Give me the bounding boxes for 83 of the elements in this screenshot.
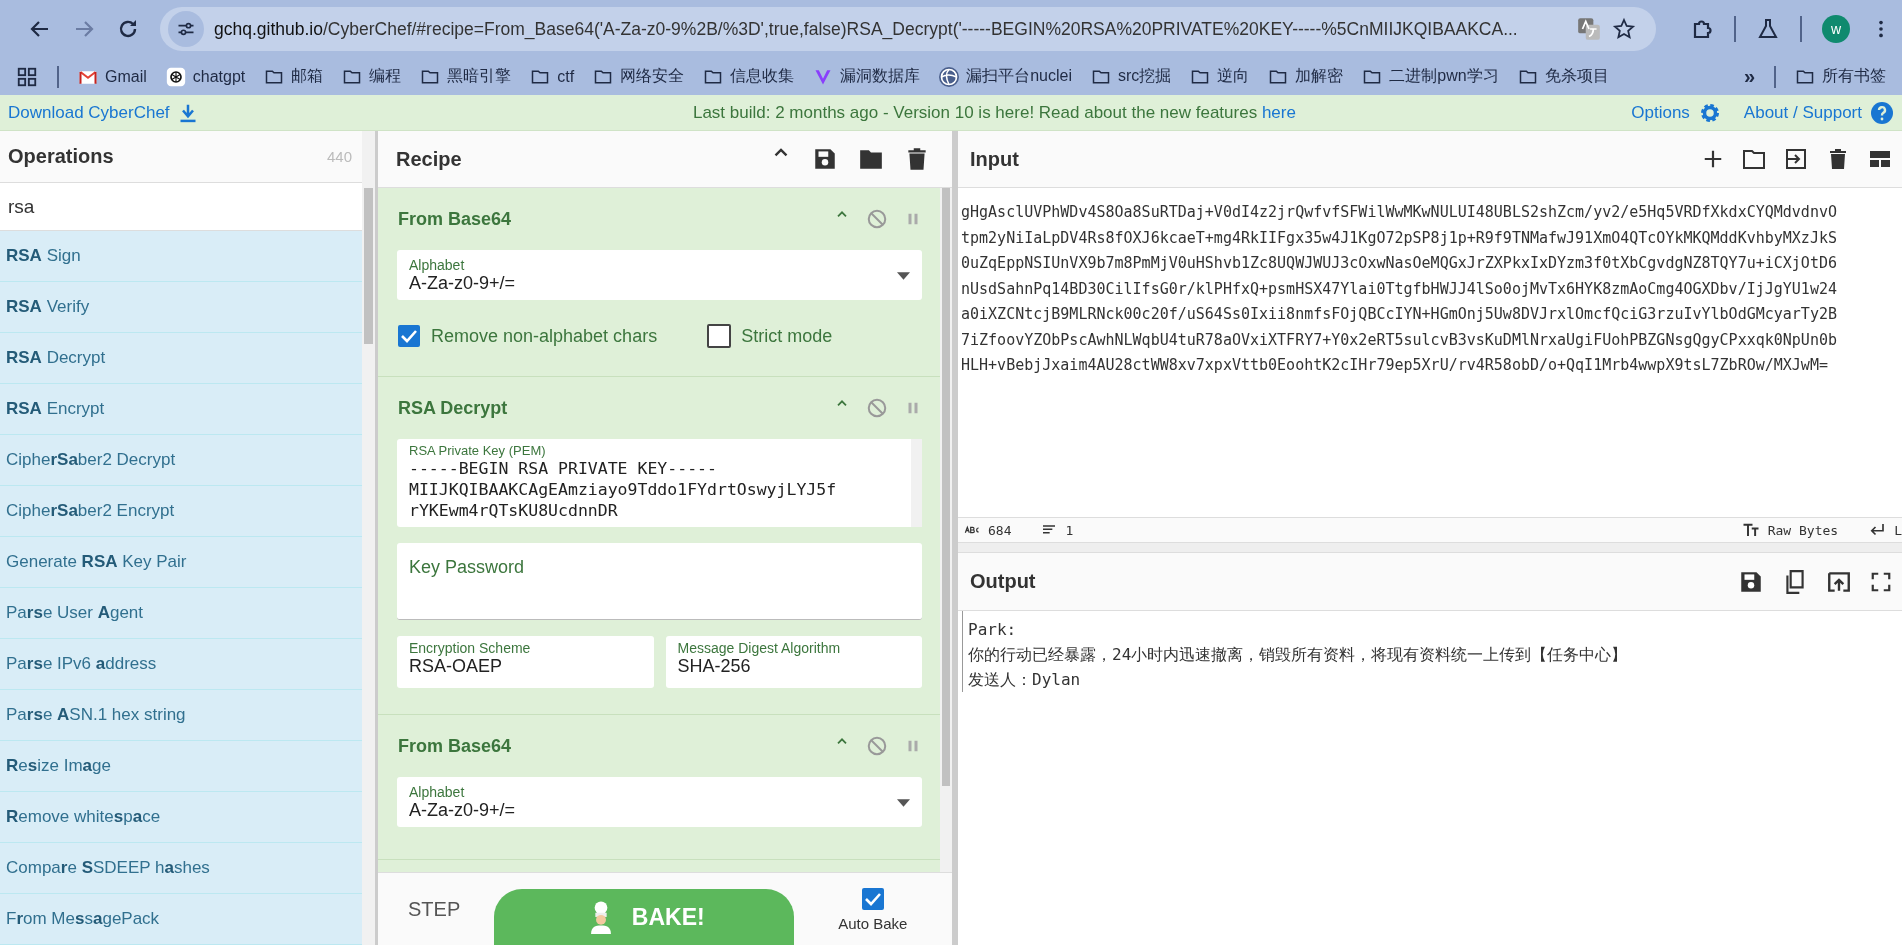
step-title: RSA Decrypt bbox=[397, 397, 509, 419]
bookmark[interactable]: chatgpt bbox=[165, 66, 246, 87]
add-tab-icon[interactable] bbox=[1702, 148, 1724, 170]
build-notice: Last build: 2 months ago - Version 10 is here! Read about the new features here bbox=[691, 102, 1297, 123]
operation-item[interactable]: Parse ASN.1 hex string bbox=[0, 690, 362, 741]
dropdown-field[interactable]: Alphabet A-Za-z0-9+/= bbox=[397, 777, 922, 827]
address-bar[interactable]: gchq.github.io/CyberChef/#recipe=From_Base64('A-Za-z0-9%2B/%3D',true,false)RSA_Decrypt('-----BEGIN%20RSA%20PRIVATE%20KEY-----%5CnMIIJKQIBAAKCA... bbox=[160, 7, 1656, 51]
options-link[interactable]: Options bbox=[1631, 100, 1722, 125]
operation-item[interactable]: RSA Decrypt bbox=[0, 333, 362, 384]
panel-title: Input bbox=[970, 147, 1020, 171]
step-button[interactable]: STEP bbox=[408, 897, 461, 921]
flask-icon[interactable] bbox=[1756, 17, 1780, 41]
swirl-logo-icon bbox=[939, 66, 960, 87]
checkbox-label[interactable]: Strict mode bbox=[741, 325, 833, 347]
save-icon[interactable] bbox=[812, 146, 838, 172]
here-link[interactable]: here bbox=[1261, 102, 1296, 122]
operation-item[interactable]: Parse IPv6 address bbox=[0, 639, 362, 690]
operation-item[interactable]: RSA Encrypt bbox=[0, 384, 362, 435]
caret-icon bbox=[897, 798, 910, 807]
translate-icon[interactable] bbox=[1576, 16, 1602, 42]
checkbox[interactable] bbox=[397, 324, 421, 348]
splitter-handle[interactable] bbox=[958, 542, 1902, 553]
bookmark[interactable]: ctf bbox=[530, 66, 575, 87]
caret-icon bbox=[897, 271, 910, 280]
step-title: From Base64 bbox=[397, 735, 513, 757]
bookmark-star-icon[interactable] bbox=[1612, 17, 1636, 41]
bookmark[interactable]: src挖掘 bbox=[1090, 66, 1172, 87]
panel-title: Operations bbox=[8, 145, 114, 169]
bookmark[interactable]: 邮箱 bbox=[264, 66, 324, 87]
text-field[interactable]: Message Digest Algorithm SHA-256 bbox=[665, 636, 922, 688]
operation-item[interactable]: Resize Image bbox=[0, 741, 362, 792]
operation-item[interactable]: RSA Sign bbox=[0, 231, 362, 282]
operation-item[interactable]: RSA Verify bbox=[0, 282, 362, 333]
text-field[interactable]: Encryption Scheme RSA-OAEP bbox=[397, 636, 654, 688]
apps-grid-icon[interactable] bbox=[16, 65, 38, 88]
input-text-area[interactable]: gHgAsclUVPhWDv4S8Oa8SuRTDaj+V0dI4z2jrQwfvfSFWilWwMKwNULUI48UBLS2shZcm/yv2/e5Hq5VRDfXkdxCYQMdvdnvO tpm2yNiIaLpDV4Rs8fOXJ6kcaeT+mg4RkIIFgx35w4J1KgO72pSP8j1p+R9f9TNMafwJ91XmO4QTcOYkMKQMddKvhbyMXzJkS 0uZqEppNSIUnVX9b7m8PmMjV0uHShvb1Zc8UQWJWUJ3cOxwNasOeMQGxJrZXPkxIxDYzm3f0tXbCgvdgNZ8TQY7u+iCXjOtD6 nUsdSahnPq14BD30CilIfsG0r/klPHfxQ+psmHSX47Ylai0TtgfbHWJJ4lSo0ojMvTx6HYK8zmAoCmg4OGXDbv/IjJgYU1w24 a0iXZCNtcjB9MLRNck00c20f/uS64Ss0Ixii8nmfsFOjQBCcIYN+HGmOnj5Uw8DVJrxlOmcfQciG3rzuIvYlbOdGMcyarTy2B 7iZfoovYZObPscAwhNLWqbU4tuR78aOVxiXTFRY7+Y0x2eRT5sulcvB3vsKuDMlNrxaUgiFUohPBZGNsgQgyCPxxqk0NpUn0b HLH+vBebjJxaim4AU28ctWW8xv7xpxVttb0EoohtK2cIHr79ep5XrU/rv4R58obD/o+QqI1Mrb4wwpX9tsL7ZbROw/MXJwM= bbox=[958, 188, 1902, 517]
line-count: 1 bbox=[1065, 522, 1074, 538]
scrollbar[interactable] bbox=[940, 188, 952, 872]
checkbox-label[interactable]: Auto Bake bbox=[838, 914, 908, 932]
operation-item[interactable]: Remove whitespace bbox=[0, 792, 362, 843]
checkbox-label[interactable]: Remove non-alphabet chars bbox=[431, 325, 658, 347]
download-link[interactable]: Download CyberChef bbox=[8, 102, 198, 123]
step-title: From Base64 bbox=[397, 208, 513, 230]
operation-item[interactable]: Generate RSA Key Pair bbox=[0, 537, 362, 588]
encoding-label[interactable]: Raw Bytes bbox=[1767, 522, 1839, 538]
operation-item[interactable]: CipherSaber2 Decrypt bbox=[0, 435, 362, 486]
fullscreen-icon[interactable] bbox=[1870, 570, 1892, 593]
bookmark[interactable]: 加解密 bbox=[1268, 66, 1344, 87]
help-icon bbox=[1870, 100, 1894, 125]
bookmark[interactable]: 所有书签 bbox=[1795, 66, 1886, 87]
bookmark[interactable]: 逆向 bbox=[1190, 66, 1250, 87]
operation-item[interactable]: Compare SSDEEP hashes bbox=[0, 843, 362, 894]
bookmark[interactable]: 漏洞数据库 bbox=[813, 66, 921, 87]
open-folder-icon[interactable] bbox=[1742, 147, 1766, 171]
url-text[interactable]: gchq.github.io/CyberChef/#recipe=From_Base64('A-Za-z0-9%2B/%3D',true,false)RSA_Decrypt('-----BEGIN%20RSA%20PRIVATE%20KEY-----%5CnMIIJKQIBAAKCA... bbox=[214, 18, 1566, 40]
scrollbar[interactable] bbox=[362, 131, 375, 945]
profile-avatar[interactable]: w bbox=[1822, 15, 1850, 43]
bookmark[interactable]: 网络安全 bbox=[593, 66, 685, 87]
text-area[interactable]: RSA Private Key (PEM) -----BEGIN RSA PRIVATE KEY----- MIIJKQIBAAKCAgEAmziayo9Tddo1FYdrtOswyjLYJ5f rYKEwm4rQTsKU8UcdnnDR bbox=[397, 439, 922, 527]
length-count: 684 bbox=[988, 522, 1012, 538]
dropdown-field[interactable]: Alphabet A-Za-z0-9+/= bbox=[397, 250, 922, 300]
bookmark[interactable]: Gmail bbox=[78, 66, 147, 87]
bookmark[interactable]: 二进制pwn学习 bbox=[1362, 66, 1499, 87]
text-size-icon bbox=[1741, 521, 1760, 539]
bookmark[interactable]: 漏扫平台nuclei bbox=[939, 66, 1072, 87]
bookmark[interactable]: 编程 bbox=[342, 66, 402, 87]
operation-count: 440 bbox=[326, 148, 352, 166]
operation-item[interactable]: Parse User Agent bbox=[0, 588, 362, 639]
panel-title: Recipe bbox=[396, 147, 463, 171]
bookmark[interactable]: 免杀项目 bbox=[1517, 66, 1609, 87]
operation-item[interactable]: From MessagePack bbox=[0, 894, 362, 945]
about-link[interactable]: About / Support bbox=[1743, 100, 1894, 125]
eol-label[interactable]: L bbox=[1894, 522, 1902, 538]
panel-title: Output bbox=[970, 570, 1037, 593]
checkbox[interactable] bbox=[707, 324, 732, 348]
password-field[interactable]: Key Password bbox=[397, 543, 922, 620]
checkbox[interactable] bbox=[860, 886, 885, 911]
output-text: Park: 你的行动已经暴露，24小时内迅速撤离，销毁所有资料，将现有资料统一上传到【任务中心】 发送人：Dylan bbox=[962, 611, 1902, 692]
more-bookmarks-button[interactable]: » bbox=[1743, 65, 1755, 88]
bookmark[interactable]: 信息收集 bbox=[703, 66, 795, 87]
operation-item[interactable]: CipherSaber2 Encrypt bbox=[0, 486, 362, 537]
bookmark[interactable]: 黑暗引擎 bbox=[420, 66, 512, 87]
arrow-into-box-icon[interactable] bbox=[1784, 147, 1808, 171]
